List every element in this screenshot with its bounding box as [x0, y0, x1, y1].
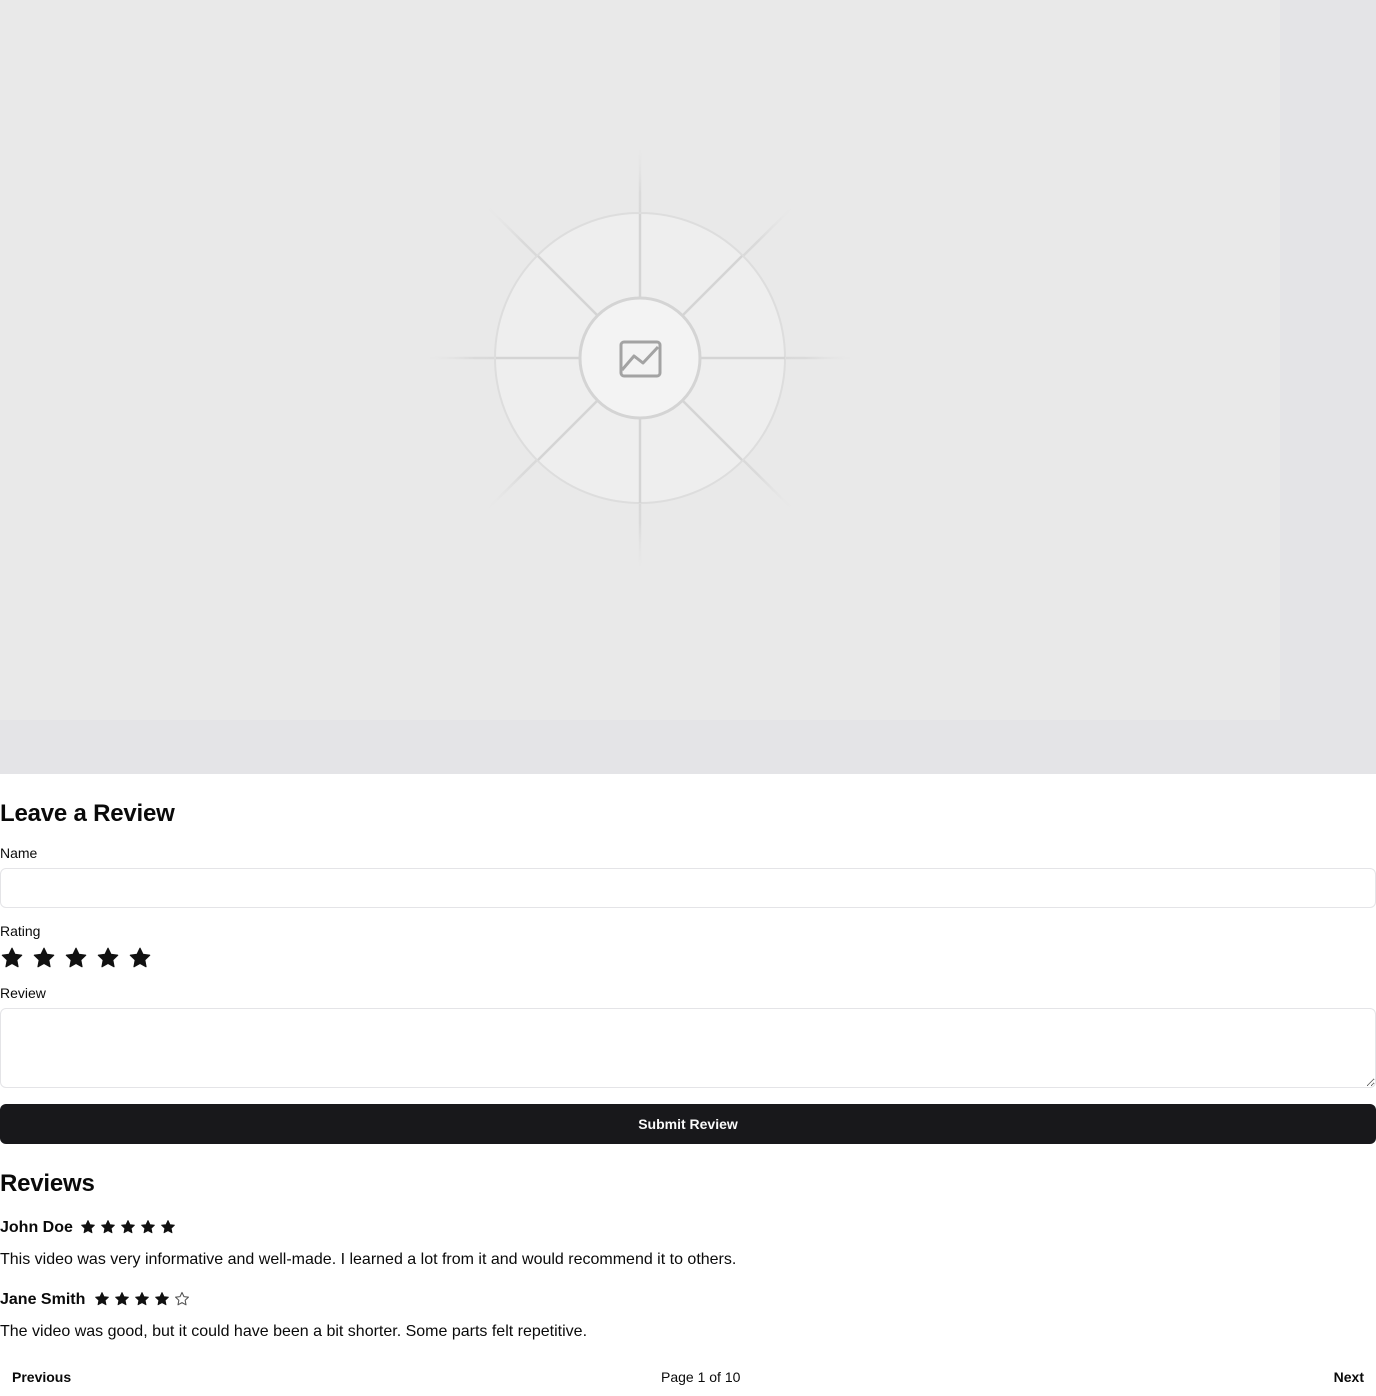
- star-filled-icon: [120, 1219, 136, 1240]
- name-input[interactable]: [0, 868, 1376, 908]
- rating-star-icon[interactable]: [96, 946, 120, 975]
- star-filled-icon: [100, 1219, 116, 1240]
- page-info: Page 1 of 10: [661, 1369, 741, 1385]
- review-label: Review: [0, 985, 46, 1001]
- star-filled-icon: [94, 1291, 110, 1312]
- rating-label: Rating: [0, 923, 41, 939]
- reviewer-name: Jane Smith: [0, 1291, 86, 1308]
- review-text: The video was good, but it could have be…: [0, 1323, 588, 1340]
- rating-star-icon[interactable]: [32, 946, 56, 975]
- image-placeholder: [0, 0, 1280, 720]
- media-area: [0, 0, 1376, 774]
- image-icon: [430, 150, 850, 566]
- review-text: This video was very informative and well…: [0, 1251, 737, 1268]
- name-label: Name: [0, 845, 38, 861]
- star-filled-icon: [134, 1291, 150, 1312]
- star-filled-icon: [160, 1219, 176, 1240]
- rating-stars[interactable]: [0, 946, 152, 975]
- reviews-title: Reviews: [0, 1170, 95, 1197]
- form-title: Leave a Review: [0, 800, 175, 827]
- reviewer-name: John Doe: [0, 1219, 73, 1236]
- star-empty-icon: [174, 1291, 190, 1312]
- submit-review-button[interactable]: Submit Review: [0, 1104, 1376, 1144]
- rating-star-icon[interactable]: [64, 946, 88, 975]
- review-rating: [94, 1291, 190, 1312]
- next-button[interactable]: Next: [1334, 1368, 1364, 1386]
- rating-star-icon[interactable]: [0, 946, 24, 975]
- star-filled-icon: [114, 1291, 130, 1312]
- review-textarea[interactable]: [0, 1008, 1376, 1088]
- review-rating: [80, 1219, 176, 1240]
- previous-button[interactable]: Previous: [12, 1368, 71, 1386]
- star-filled-icon: [80, 1219, 96, 1240]
- star-filled-icon: [154, 1291, 170, 1312]
- rating-star-icon[interactable]: [128, 946, 152, 975]
- star-filled-icon: [140, 1219, 156, 1240]
